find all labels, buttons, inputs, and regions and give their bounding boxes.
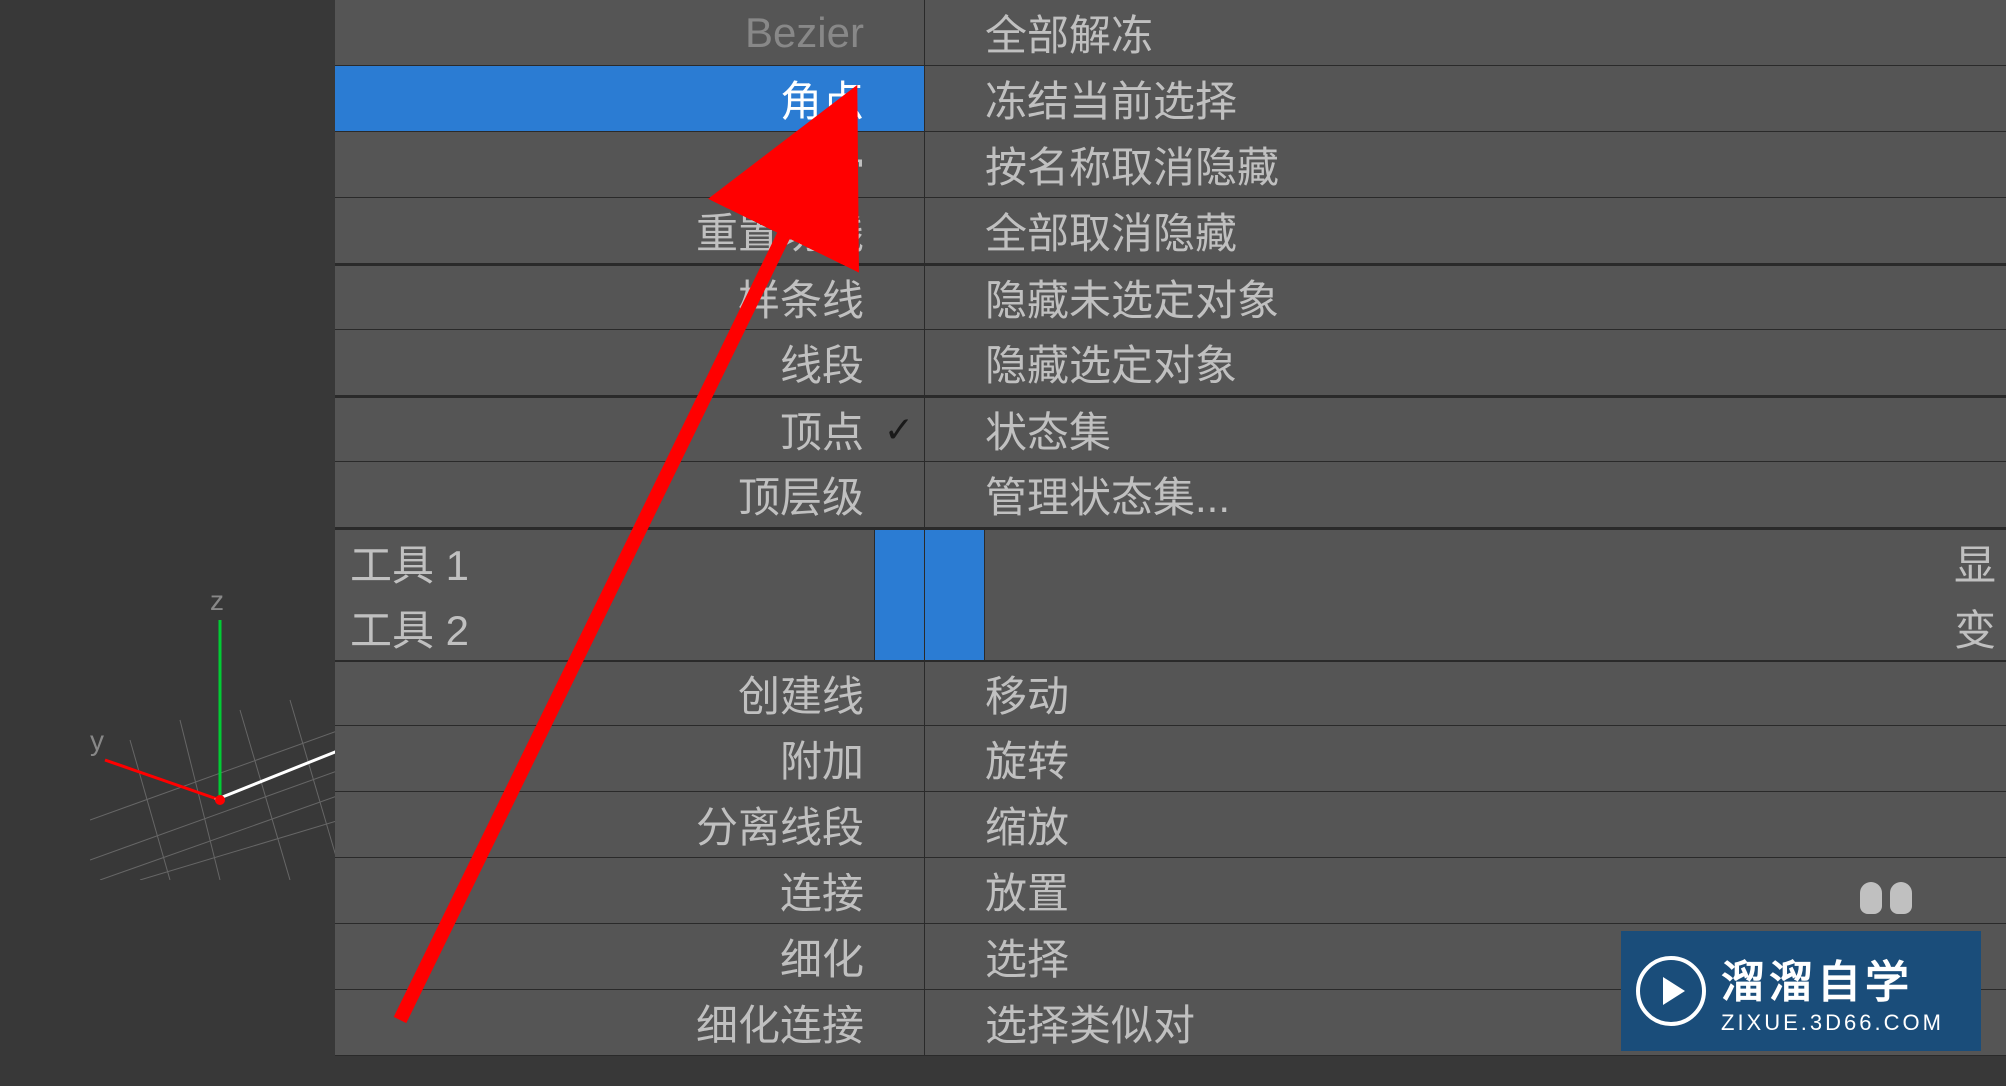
- menu-item-manage-state-sets[interactable]: 管理状态集...: [925, 462, 2006, 527]
- menu-label: 细化连接: [696, 992, 864, 1053]
- menu-label: 旋转: [985, 728, 1069, 789]
- menu-label: 隐藏选定对象: [985, 332, 1237, 393]
- menu-item-vertex[interactable]: 顶点 ✓: [335, 398, 925, 461]
- menu-item-hide-selected[interactable]: 隐藏选定对象: [925, 330, 2006, 395]
- menu-label: 选择: [985, 926, 1069, 987]
- tool-right-1[interactable]: 显: [985, 530, 2006, 594]
- menu-label: 分离线段: [696, 794, 864, 855]
- tool-right-2[interactable]: 变: [985, 594, 2006, 660]
- tool-header-1[interactable]: 工具 1: [335, 530, 875, 594]
- menu-label: 创建线: [738, 663, 864, 724]
- y-axis-label: y: [90, 725, 104, 756]
- menu-item-create-line[interactable]: 创建线: [335, 662, 925, 725]
- menu-item-detach-segment[interactable]: 分离线段: [335, 792, 925, 857]
- menu-label: 管理状态集...: [985, 464, 1230, 525]
- tool-header-2[interactable]: 工具 2: [335, 594, 875, 660]
- menu-item-place[interactable]: 放置: [925, 858, 2006, 923]
- menu-label: 线段: [780, 332, 864, 393]
- menu-label: 隐藏未选定对象: [985, 267, 1279, 328]
- viewport-area[interactable]: z y: [0, 0, 335, 1086]
- menu-label: 全部取消隐藏: [985, 200, 1237, 261]
- menu-label: 重置切线: [696, 200, 864, 261]
- menu-item-corner[interactable]: 角点: [335, 66, 925, 131]
- menu-item-connect[interactable]: 连接: [335, 858, 925, 923]
- menu-label: 按名称取消隐藏: [985, 134, 1279, 195]
- menu-item-state-sets[interactable]: 状态集: [925, 398, 2006, 461]
- menu-label: 角点: [780, 68, 864, 129]
- menu-item-freeze-selection[interactable]: 冻结当前选择: [925, 66, 2006, 131]
- watermark-badge: 溜溜自学 ZIXUE.3D66.COM: [1621, 931, 1981, 1051]
- context-menu: Bezier 全部解冻 角点 冻结当前选择 平滑 按名称取消隐藏 重置切线 全部…: [335, 0, 2006, 1086]
- menu-item-attach[interactable]: 附加: [335, 726, 925, 791]
- tool-label: 工具 2: [350, 597, 469, 658]
- checkmark-icon: ✓: [884, 409, 914, 451]
- menu-label: 缩放: [985, 794, 1069, 855]
- menu-item-segment[interactable]: 线段: [335, 330, 925, 395]
- menu-item-spline[interactable]: 样条线: [335, 266, 925, 329]
- menu-item-top-level[interactable]: 顶层级: [335, 462, 925, 527]
- menu-label: 平滑: [780, 134, 864, 195]
- tool-marker[interactable]: [925, 530, 985, 594]
- menu-item-reset-tangent[interactable]: 重置切线: [335, 198, 925, 263]
- menu-item-refine[interactable]: 细化: [335, 924, 925, 989]
- axis-gizmo: z y: [90, 580, 340, 880]
- menu-label: 全部解冻: [985, 2, 1153, 63]
- menu-item-rotate[interactable]: 旋转: [925, 726, 2006, 791]
- menu-label: Bezier: [745, 9, 864, 57]
- menu-label: 样条线: [738, 267, 864, 328]
- menu-label: 移动: [985, 663, 1069, 724]
- tool-right-label: 显: [1954, 532, 1996, 593]
- cursor-icon: [1856, 882, 1916, 926]
- play-icon: [1636, 956, 1706, 1026]
- tool-marker[interactable]: [875, 594, 925, 660]
- tool-right-label: 变: [1954, 597, 1996, 658]
- menu-item-bezier[interactable]: Bezier: [335, 0, 925, 65]
- menu-label: 附加: [780, 728, 864, 789]
- watermark-url: ZIXUE.3D66.COM: [1721, 1010, 1944, 1036]
- menu-item-refine-connect[interactable]: 细化连接: [335, 990, 925, 1055]
- tool-marker[interactable]: [925, 594, 985, 660]
- tool-label: 工具 1: [350, 532, 469, 593]
- z-axis-label: z: [210, 585, 224, 616]
- menu-label: 状态集: [985, 399, 1111, 460]
- menu-item-unfreeze-all[interactable]: 全部解冻: [925, 0, 2006, 65]
- menu-item-move[interactable]: 移动: [925, 662, 2006, 725]
- menu-label: 顶点: [780, 399, 864, 460]
- menu-label: 选择类似对: [985, 992, 1195, 1053]
- menu-item-unhide-all[interactable]: 全部取消隐藏: [925, 198, 2006, 263]
- menu-item-hide-unselected[interactable]: 隐藏未选定对象: [925, 266, 2006, 329]
- watermark-title: 溜溜自学: [1721, 946, 1944, 1010]
- menu-item-unhide-by-name[interactable]: 按名称取消隐藏: [925, 132, 2006, 197]
- menu-label: 冻结当前选择: [985, 68, 1237, 129]
- menu-label: 放置: [985, 860, 1069, 921]
- menu-item-scale[interactable]: 缩放: [925, 792, 2006, 857]
- tool-marker[interactable]: [875, 530, 925, 594]
- menu-label: 细化: [780, 926, 864, 987]
- menu-label: 连接: [780, 860, 864, 921]
- menu-item-smooth[interactable]: 平滑: [335, 132, 925, 197]
- menu-label: 顶层级: [738, 464, 864, 525]
